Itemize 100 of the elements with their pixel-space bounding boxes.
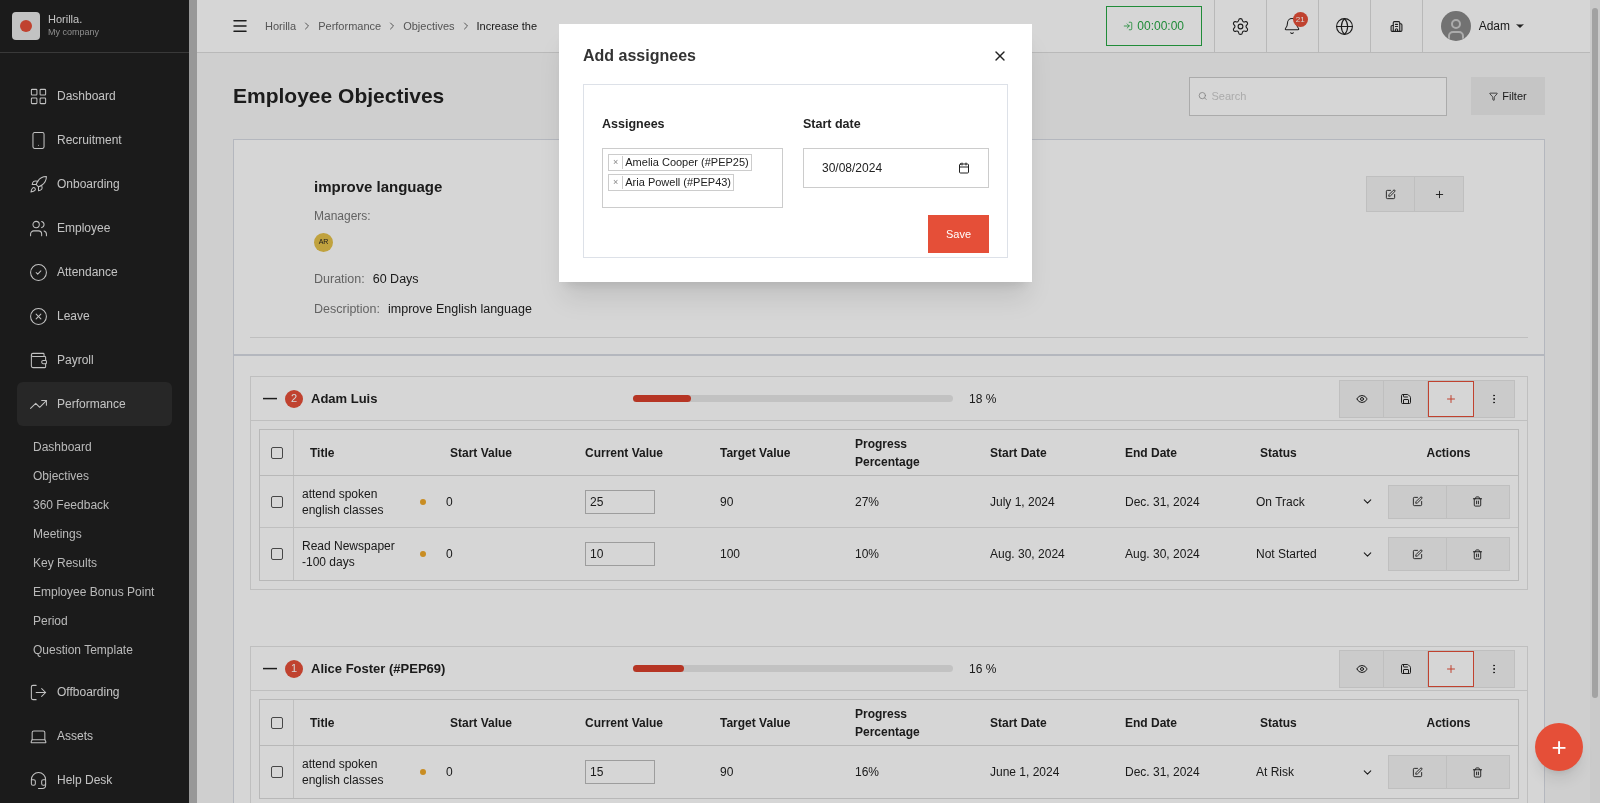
sidebar-item[interactable]: Recruitment: [17, 118, 172, 162]
progress-percentage: 27%: [855, 494, 880, 509]
objective-title: Read Newspaper -100 days: [302, 538, 396, 570]
trash-icon: [1472, 766, 1483, 778]
filter-button[interactable]: Filter: [1471, 77, 1545, 115]
collapse-toggle[interactable]: —: [263, 388, 277, 409]
status-select[interactable]: On Track: [1256, 492, 1374, 511]
count-badge: 2: [285, 389, 303, 408]
save-button[interactable]: [1384, 650, 1428, 687]
current-value-input[interactable]: 15: [585, 760, 655, 784]
sidebar-item[interactable]: Help Desk: [17, 758, 172, 802]
current-value-input[interactable]: 10: [585, 542, 655, 566]
delete-button[interactable]: [1446, 485, 1509, 518]
user-avatar: [1440, 11, 1471, 41]
plus-icon: [1445, 662, 1457, 675]
delete-button[interactable]: [1446, 538, 1509, 570]
duration-label: Duration:: [314, 270, 365, 288]
login-icon: [1123, 21, 1134, 31]
column-header: Current Value: [585, 715, 664, 730]
grid-icon: [29, 86, 48, 106]
progress-percent: 18 %: [969, 390, 997, 408]
objective-title: improve language: [314, 177, 444, 197]
edit-icon: [1411, 548, 1423, 560]
eye-icon: [1355, 392, 1368, 405]
add-button[interactable]: [1428, 380, 1474, 417]
row-checkbox[interactable]: [270, 495, 283, 508]
globe-icon[interactable]: [1334, 16, 1354, 36]
submenu-item[interactable]: Meetings: [17, 519, 172, 548]
column-header: Start Date: [990, 445, 1047, 460]
edit-button[interactable]: [1388, 538, 1447, 570]
sidebar-scrollbar[interactable]: [189, 0, 197, 803]
sidebar-item[interactable]: Offboarding: [17, 670, 172, 714]
building-icon[interactable]: [1389, 19, 1403, 33]
start-date: July 1, 2024: [990, 494, 1055, 509]
row-checkbox[interactable]: [270, 766, 283, 778]
column-header: Actions: [1426, 715, 1471, 730]
status-select[interactable]: At Risk: [1256, 763, 1374, 781]
status-select[interactable]: Not Started: [1256, 545, 1374, 563]
breadcrumb-link[interactable]: Objectives: [403, 17, 455, 35]
submenu-item[interactable]: Period: [17, 606, 172, 635]
column-header: End Date: [1125, 445, 1177, 460]
submenu-item[interactable]: Key Results: [17, 548, 172, 577]
add-button[interactable]: [1428, 650, 1474, 687]
submenu-item[interactable]: Objectives: [17, 461, 172, 490]
end-date: Aug. 30, 2024: [1125, 547, 1200, 561]
sidebar-item[interactable]: Onboarding: [17, 162, 172, 206]
start-date-input[interactable]: 30/08/2024: [803, 147, 989, 188]
duration-value: 60 Days: [372, 270, 419, 288]
sidebar-item[interactable]: Attendance: [17, 250, 172, 294]
edit-button[interactable]: [1388, 756, 1447, 788]
sidebar-item[interactable]: Payroll: [17, 338, 172, 382]
column-header: Target Value: [720, 445, 791, 460]
breadcrumb-link[interactable]: Increase the: [476, 17, 538, 35]
progress-percentage: 16%: [855, 765, 880, 779]
start-date: Aug. 30, 2024: [990, 547, 1065, 561]
plus-icon: [1433, 188, 1445, 200]
sidebar-item[interactable]: Employee: [17, 206, 172, 250]
delete-button[interactable]: [1446, 756, 1509, 788]
save-button[interactable]: [1384, 380, 1428, 417]
employee-name: Adam Luis: [311, 389, 379, 408]
assignee-tag: Amelia Cooper (#PEP25): [623, 154, 751, 171]
company-name: My company: [48, 26, 100, 39]
menu-icon[interactable]: [231, 17, 249, 35]
breadcrumb-link[interactable]: Performance: [318, 17, 382, 35]
managers-label: Managers:: [314, 207, 372, 225]
edit-button[interactable]: [1367, 177, 1415, 211]
user-menu[interactable]: Adam: [1478, 17, 1526, 35]
sidebar-item[interactable]: Performance: [17, 382, 172, 426]
submenu-item[interactable]: Dashboard: [17, 432, 172, 461]
edit-button[interactable]: [1388, 485, 1447, 518]
remove-tag-button[interactable]: ×: [609, 175, 624, 189]
current-value-input[interactable]: 25: [585, 489, 655, 514]
edit-icon: [1411, 766, 1423, 778]
assignees-select[interactable]: × Amelia Cooper (#PEP25) × Aria Powell (#PEP43): [602, 147, 783, 208]
column-header: Actions: [1426, 445, 1471, 460]
sidebar-item[interactable]: Leave: [17, 294, 172, 338]
column-header: Progress Percentage: [855, 706, 920, 739]
sidebar-item[interactable]: Assets: [17, 714, 172, 758]
collapse-toggle[interactable]: —: [263, 658, 277, 679]
save-button[interactable]: Save: [928, 214, 989, 253]
sidebar-item[interactable]: Dashboard: [17, 74, 172, 118]
column-header: Status: [1260, 445, 1297, 460]
progress-percentage: 10%: [855, 547, 880, 561]
breadcrumb-link[interactable]: Horilla: [265, 17, 297, 35]
settings-icon[interactable]: [1230, 16, 1250, 36]
remove-tag-button[interactable]: ×: [609, 155, 624, 169]
row-checkbox[interactable]: [270, 548, 283, 560]
target-value: 100: [720, 547, 741, 561]
edit-icon: [1411, 496, 1423, 507]
submenu-item[interactable]: Employee Bonus Point: [17, 577, 172, 606]
start-date-label: Start date: [803, 116, 862, 133]
submenu-item[interactable]: 360 Feedback: [17, 490, 172, 519]
target-value: 90: [720, 494, 734, 509]
search-icon: [1198, 91, 1208, 101]
eye-icon: [1355, 662, 1368, 675]
submenu-item[interactable]: Question Template: [17, 635, 172, 664]
select-all-checkbox[interactable]: [270, 446, 283, 459]
select-all-checkbox[interactable]: [270, 716, 283, 729]
objective-title: attend spoken english classes: [302, 756, 385, 788]
column-header: Start Date: [990, 715, 1047, 730]
